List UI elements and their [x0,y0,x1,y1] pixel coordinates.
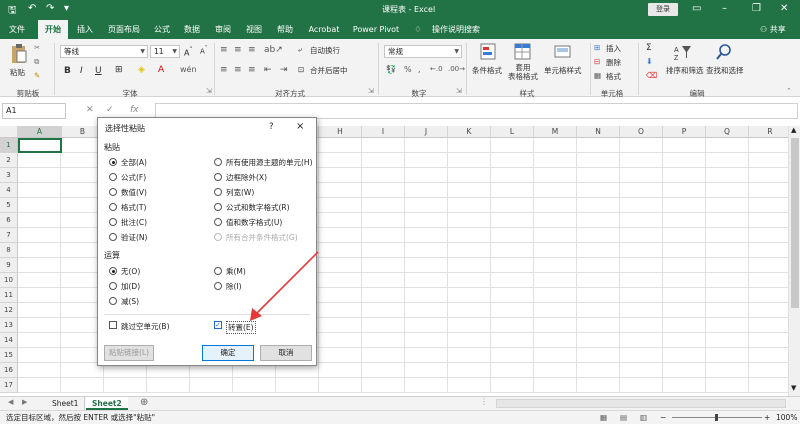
annotation-arrow [250,251,319,321]
